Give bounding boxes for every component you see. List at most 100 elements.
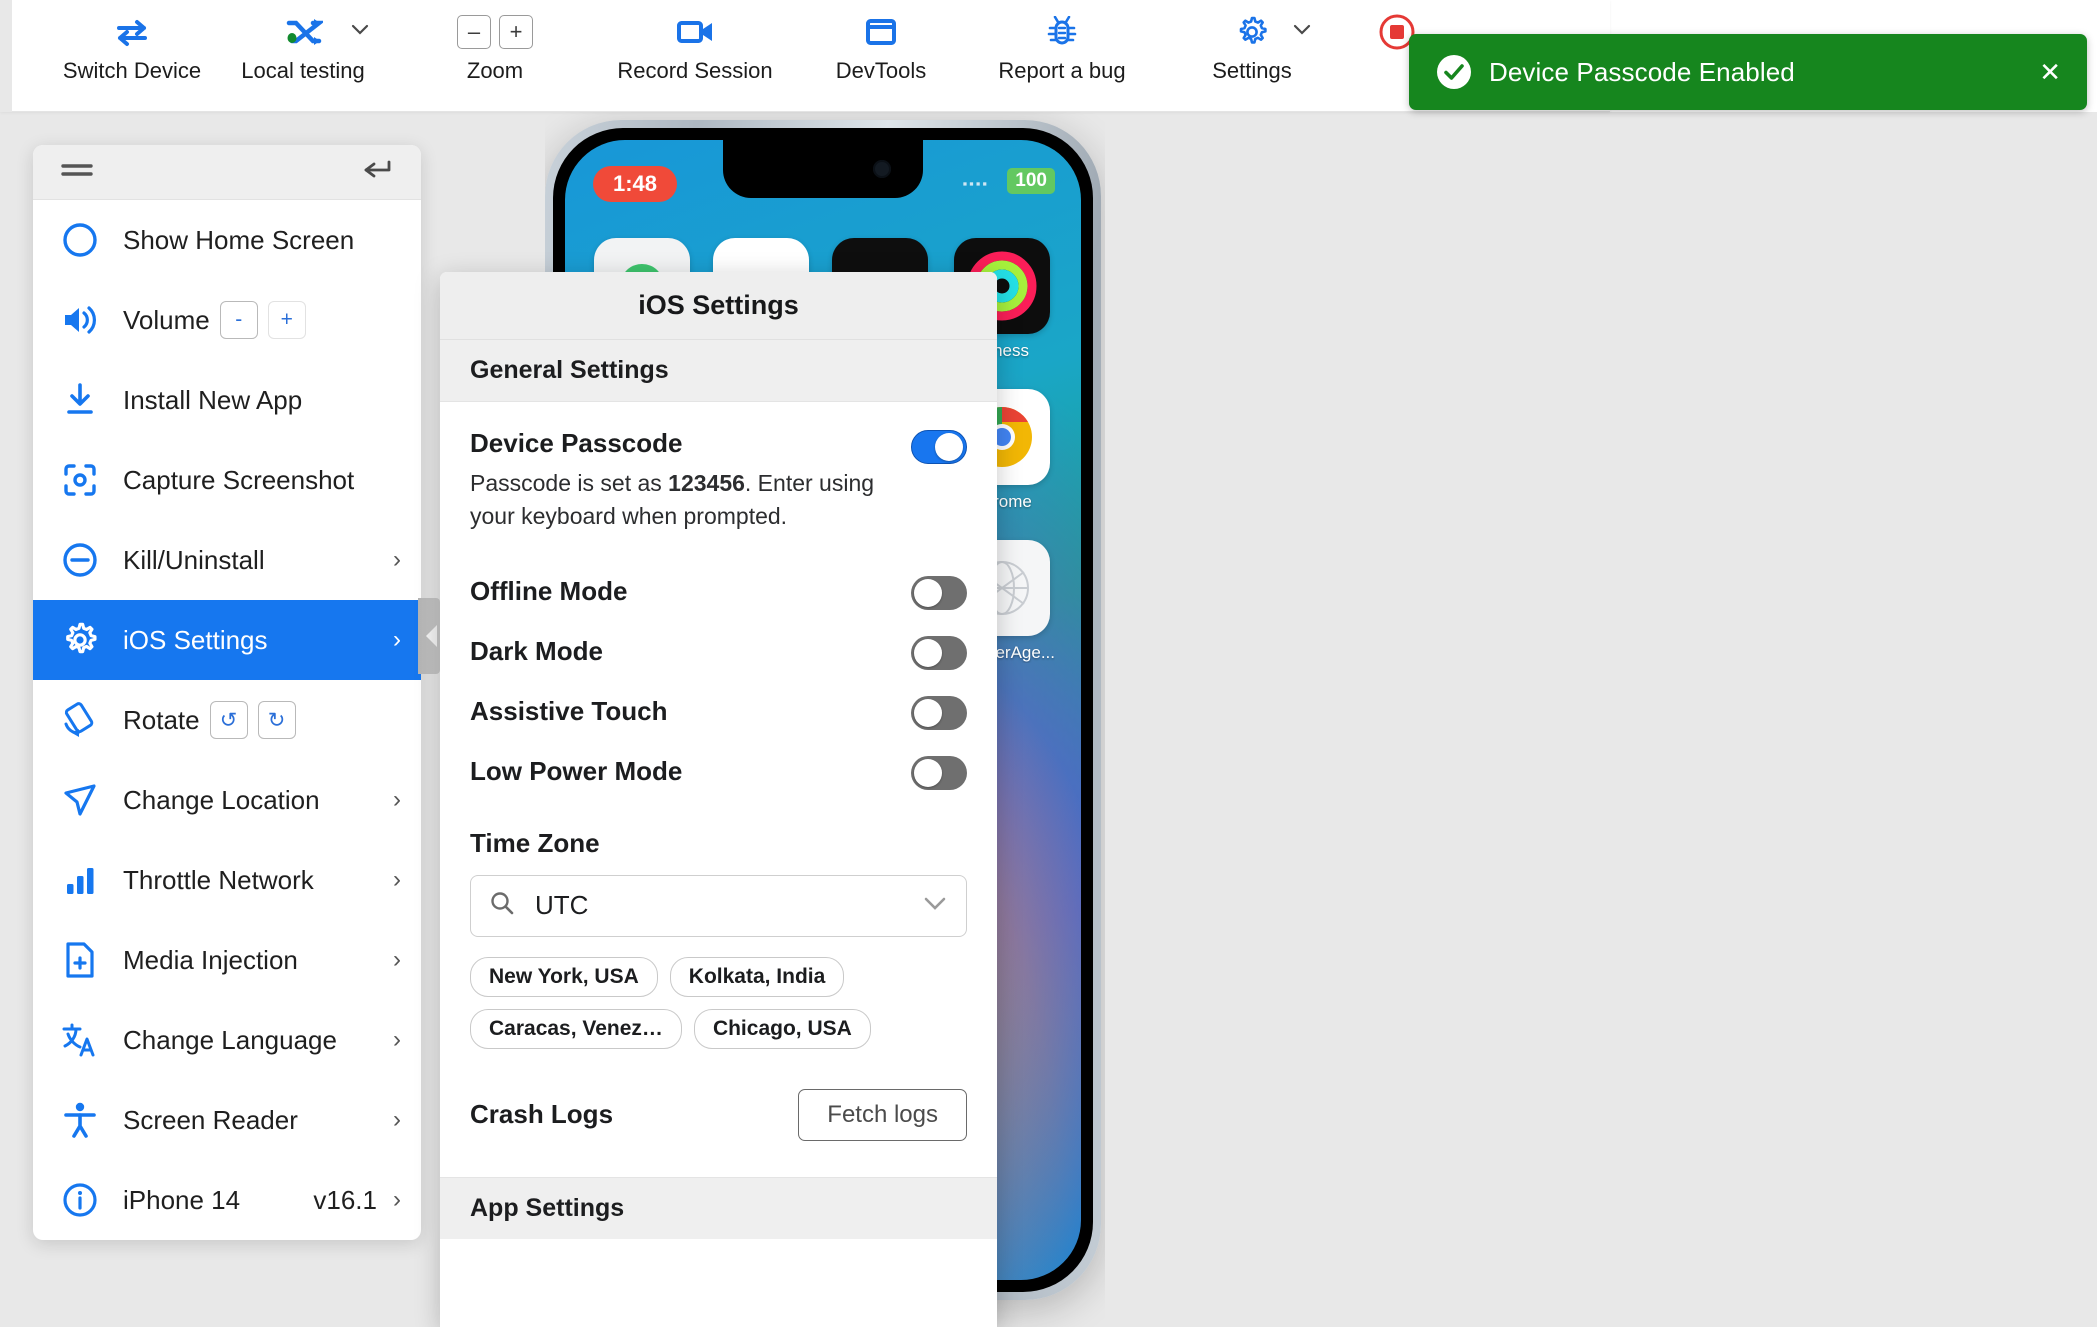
device-version-label: v16.1 <box>313 1184 377 1215</box>
sidebar-header <box>33 145 421 200</box>
ios-settings-panel: iOS Settings General Settings Device Pas… <box>440 272 997 1327</box>
collapse-arrow-icon[interactable] <box>362 159 394 186</box>
search-icon <box>489 890 515 921</box>
status-bar-signal: ▪▪▪▪ <box>962 176 989 191</box>
toast-notification: Device Passcode Enabled ✕ <box>1409 34 2087 110</box>
time-zone-select[interactable]: UTC <box>470 874 967 937</box>
toolbar-label: Settings <box>1212 58 1292 83</box>
chevron-down-icon[interactable] <box>1292 22 1311 40</box>
device-passcode-row: Device Passcode Passcode is set as 12345… <box>470 402 967 534</box>
toolbar-local-testing[interactable]: Local testing <box>228 0 378 84</box>
zoom-out-button[interactable]: – <box>457 15 491 49</box>
low-power-mode-toggle[interactable] <box>911 755 967 790</box>
time-zone-chip[interactable]: New York, USA <box>470 956 658 997</box>
device-controls-sidebar: Show Home Screen Volume - + Install New … <box>33 145 421 1240</box>
accessibility-icon <box>55 1101 105 1139</box>
offline-mode-row: Offline Mode <box>470 562 967 622</box>
panel-collapse-handle[interactable] <box>418 598 440 674</box>
hamburger-icon[interactable] <box>60 160 94 185</box>
dark-mode-label: Dark Mode <box>470 636 603 667</box>
toolbar-label: Zoom <box>466 58 524 83</box>
sidebar-item-label: Rotate <box>123 704 200 735</box>
rotate-left-button[interactable]: ↺ <box>209 701 248 739</box>
time-zone-chip[interactable]: Kolkata, India <box>669 956 845 997</box>
toolbar-report-bug[interactable]: Report a bug <box>972 0 1152 84</box>
screenshot-icon <box>55 461 105 499</box>
crash-logs-row: Crash Logs Fetch logs <box>470 1088 967 1177</box>
close-icon[interactable]: ✕ <box>2039 59 2061 85</box>
toolbar-zoom: – + Zoom <box>440 0 550 84</box>
app-root: 1:48 ▪▪▪▪ 100 Fitness Chrome BrowserAge.… <box>0 0 2097 1327</box>
chevron-down-icon[interactable] <box>922 894 948 917</box>
rotate-right-button[interactable]: ↻ <box>257 701 296 739</box>
sidebar-item-show-home-screen[interactable]: Show Home Screen <box>33 200 421 280</box>
sidebar-item-label: Install New App <box>123 384 303 415</box>
notch <box>723 140 923 198</box>
volume-up-button[interactable]: + <box>267 301 306 339</box>
device-passcode-label: Device Passcode <box>470 428 683 458</box>
section-header-app-settings: App Settings <box>440 1176 997 1239</box>
toolbar-record-session[interactable]: Record Session <box>600 0 790 84</box>
time-zone-chip[interactable]: Chicago, USA <box>693 1008 871 1049</box>
sidebar-item-kill-uninstall[interactable]: Kill/Uninstall › <box>33 520 421 600</box>
toolbar-label: Report a bug <box>998 58 1126 83</box>
fetch-logs-button[interactable]: Fetch logs <box>798 1088 967 1141</box>
assistive-touch-toggle[interactable] <box>911 695 967 730</box>
chevron-down-icon[interactable] <box>350 22 369 40</box>
sidebar-item-label: Change Language <box>123 1024 337 1055</box>
passcode-desc-before: Passcode is set as <box>470 470 669 496</box>
sidebar-item-change-language[interactable]: Change Language › <box>33 1000 421 1080</box>
sidebar-item-label: Show Home Screen <box>123 224 355 255</box>
bug-icon <box>1047 10 1077 54</box>
gear-icon <box>1235 10 1269 54</box>
toolbar-devtools[interactable]: DevTools <box>806 0 956 84</box>
install-app-icon <box>55 381 105 419</box>
offline-mode-toggle[interactable] <box>911 575 967 610</box>
sidebar-item-media-injection[interactable]: Media Injection › <box>33 920 421 1000</box>
time-zone-label: Time Zone <box>470 827 600 858</box>
toolbar-settings[interactable]: Settings <box>1182 0 1322 84</box>
home-circle-icon <box>55 220 105 260</box>
dark-mode-toggle[interactable] <box>911 635 967 670</box>
time-zone-chip[interactable]: Caracas, Venez… <box>470 1008 682 1049</box>
device-passcode-toggle[interactable] <box>911 430 967 464</box>
offline-mode-label: Offline Mode <box>470 576 628 607</box>
sidebar-item-change-location[interactable]: Change Location › <box>33 760 421 840</box>
chevron-left-icon <box>426 625 437 647</box>
sidebar-item-ios-settings[interactable]: iOS Settings › <box>33 600 421 680</box>
sidebar-item-capture-screenshot[interactable]: Capture Screenshot <box>33 440 421 520</box>
sidebar-item-rotate[interactable]: Rotate ↺ ↻ <box>33 680 421 760</box>
sidebar-item-label: Throttle Network <box>123 864 314 895</box>
toggle-knob <box>935 433 963 461</box>
signal-bars-icon <box>55 863 105 897</box>
toolbar-switch-device[interactable]: Switch Device <box>42 0 222 84</box>
sidebar-item-screen-reader[interactable]: Screen Reader › <box>33 1080 421 1160</box>
toolbar-label: Switch Device <box>62 58 202 83</box>
gear-icon <box>55 621 105 659</box>
crash-logs-label: Crash Logs <box>470 1099 614 1130</box>
chevron-right-icon: › <box>393 1026 401 1053</box>
sidebar-item-label: Capture Screenshot <box>123 464 355 495</box>
rotate-icon <box>55 700 105 740</box>
sidebar-item-device-info[interactable]: iPhone 14 v16.1 › <box>33 1160 421 1240</box>
toggle-knob <box>914 578 942 607</box>
sidebar-item-throttle-network[interactable]: Throttle Network › <box>33 840 421 920</box>
info-circle-icon <box>55 1180 105 1220</box>
chevron-right-icon: › <box>393 946 401 973</box>
section-header-general: General Settings <box>440 340 997 402</box>
location-arrow-icon <box>55 781 105 819</box>
status-bar-battery: 100 <box>1007 168 1055 194</box>
toggle-knob <box>914 638 942 667</box>
volume-down-button[interactable]: - <box>219 301 258 339</box>
sidebar-item-install-new-app[interactable]: Install New App <box>33 360 421 440</box>
device-passcode-description: Passcode is set as 123456. Enter using y… <box>470 467 900 534</box>
translate-icon <box>55 1021 105 1059</box>
sidebar-item-label: Kill/Uninstall <box>123 544 265 575</box>
toolbar-label: Local testing <box>241 58 365 83</box>
low-power-mode-label: Low Power Mode <box>470 756 683 787</box>
chevron-right-icon: › <box>393 866 401 893</box>
sidebar-item-volume[interactable]: Volume - + <box>33 280 421 360</box>
zoom-in-button[interactable]: + <box>499 15 533 49</box>
panel-title: iOS Settings <box>440 272 997 340</box>
chevron-right-icon: › <box>393 1106 401 1133</box>
